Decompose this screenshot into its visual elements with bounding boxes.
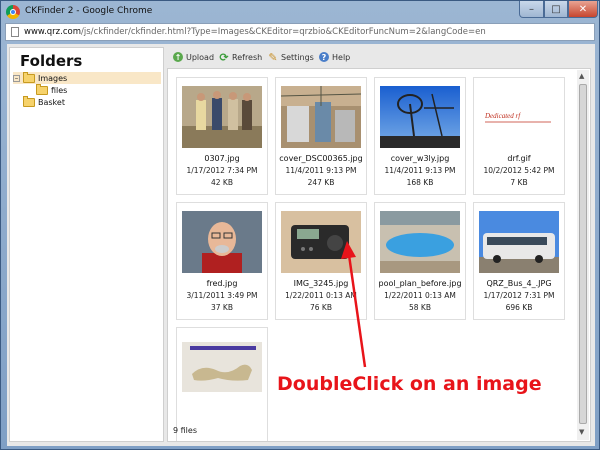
file-name: pool_plan_before.jpg [378,279,462,288]
file-size: 42 KB [211,178,233,187]
refresh-label: Refresh [232,52,263,62]
file-size: 37 KB [211,303,233,312]
toolbar: ↑ Upload ⟳ Refresh ✎ Settings ? Help [169,47,593,67]
file-thumbnail[interactable] [281,86,361,148]
file-item[interactable]: 0307.jpg 1/17/2012 7:34 PM 42 KB [176,77,268,195]
file-thumbnail[interactable] [479,211,559,273]
collapse-icon[interactable]: – [13,74,20,82]
file-thumbnail[interactable] [380,86,460,148]
window-title: CKFinder 2 - Google Chrome [25,6,153,16]
file-date: 11/4/2011 9:13 PM [285,166,357,175]
file-item[interactable]: cover_DSC00365.jpg 11/4/2011 9:13 PM 247… [275,77,367,195]
wrench-icon: ✎ [268,50,278,64]
url-path: /js/ckfinder/ckfinder.html?Type=Images&C… [81,27,486,37]
file-date: 10/2/2012 5:42 PM [483,166,555,175]
file-item[interactable]: fred.jpg 3/11/2011 3:49 PM 37 KB [176,202,268,320]
page-icon [11,27,19,37]
folder-open-icon [23,71,35,83]
url-host: www.qrz.com [24,27,81,37]
file-date: 1/17/2012 7:34 PM [186,166,258,175]
settings-button[interactable]: ✎ Settings [268,50,314,64]
file-thumbnail[interactable] [182,342,262,404]
arrow-annotation-icon [341,241,367,368]
file-size: 58 KB [409,303,431,312]
thumb-text: Dedicated rf [484,112,521,120]
upload-icon: ↑ [173,52,183,62]
folder-icon [23,95,35,107]
folder-icon [36,83,48,95]
file-name: fred.jpg [206,279,238,288]
url-text[interactable]: www.qrz.com/js/ckfinder/ckfinder.html?Ty… [24,27,486,37]
file-item[interactable]: Dedicated rf drf.gif 10/2/2012 5:42 PM 7… [473,77,565,195]
vertical-scrollbar[interactable]: ▲ ▼ [577,70,589,440]
minimize-button[interactable]: – [519,1,544,18]
scroll-thumb[interactable] [579,84,587,424]
file-date: 1/22/2011 0:13 AM [384,291,456,300]
address-bar[interactable]: www.qrz.com/js/ckfinder/ckfinder.html?Ty… [5,23,595,41]
file-date: 11/4/2011 9:13 PM [384,166,456,175]
file-item[interactable]: QRZ_Bus_4_.JPG 1/17/2012 7:31 PM 696 KB [473,202,565,320]
folder-label: Basket [38,97,65,107]
folder-label: Images [38,73,68,83]
file-name: cover_w3ly.jpg [390,154,450,163]
scroll-up-icon[interactable]: ▲ [579,72,584,80]
file-count: 9 files [173,426,197,435]
help-button[interactable]: ? Help [319,50,350,64]
browser-window: CKFinder 2 - Google Chrome – □ ✕ www.qrz… [0,0,600,450]
file-thumbnail[interactable] [182,211,262,273]
help-label: Help [332,52,351,62]
annotation-text: DoubleClick on an image [277,373,542,395]
file-size: 7 KB [510,178,528,187]
file-name: drf.gif [507,154,531,163]
file-name: QRZ_Bus_4_.JPG [486,279,552,288]
file-item[interactable]: pool_plan_before.jpg 1/22/2011 0:13 AM 5… [374,202,466,320]
file-size: 247 KB [307,178,335,187]
folder-files[interactable]: files [36,83,68,96]
close-button[interactable]: ✕ [568,1,598,18]
folders-title: Folders [20,52,83,70]
folder-images[interactable]: – Images [13,71,161,84]
maximize-button[interactable]: □ [544,1,568,18]
refresh-icon: ⟳ [219,50,229,64]
chrome-logo-icon [6,5,20,19]
file-thumbnail[interactable] [182,86,262,148]
upload-label: Upload [186,52,215,62]
file-date: 3/11/2011 3:49 PM [186,291,258,300]
file-item[interactable]: cover_w3ly.jpg 11/4/2011 9:13 PM 168 KB [374,77,466,195]
status-bar: 9 files [169,422,591,440]
refresh-button[interactable]: ⟳ Refresh [219,50,262,64]
file-size: 696 KB [505,303,533,312]
folders-panel: Folders – Images files Basket [9,47,164,442]
file-name: cover_DSC00365.jpg [279,154,363,163]
file-thumbnail[interactable]: Dedicated rf [479,86,559,148]
file-size: 168 KB [406,178,434,187]
settings-label: Settings [281,52,314,62]
file-thumbnail[interactable] [380,211,460,273]
folder-basket[interactable]: Basket [23,95,65,108]
title-bar: CKFinder 2 - Google Chrome – □ ✕ [1,1,599,23]
file-name: 0307.jpg [204,154,240,163]
upload-button[interactable]: ↑ Upload [173,50,214,64]
help-icon: ? [319,52,329,62]
folder-label: files [51,85,68,95]
file-date: 1/17/2012 7:31 PM [483,291,555,300]
